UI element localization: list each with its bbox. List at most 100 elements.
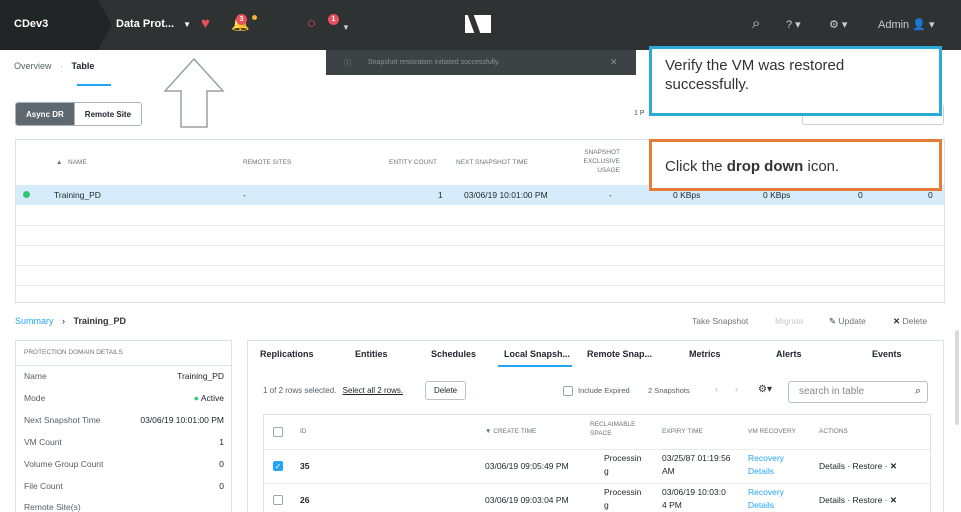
tab-replications[interactable]: Replications: [260, 349, 314, 359]
search-placeholder: search in table: [799, 386, 865, 397]
callout-text-suffix: icon.: [803, 158, 840, 175]
recovery-details-link[interactable]: Recovery Details: [748, 452, 784, 478]
header-reclaimable[interactable]: RECLAIMABLE SPACE: [590, 420, 640, 438]
async-dr-button[interactable]: Async DR: [16, 103, 74, 125]
toast-notification: ⓘ Snapshot restoration initiated success…: [326, 50, 636, 75]
detail-label: Next Snapshot Time: [24, 415, 101, 425]
close-icon[interactable]: ✕: [890, 461, 897, 471]
select-all-link[interactable]: Select all 2 rows.: [343, 386, 403, 395]
expiry-line1: 03/25/87 01:19:56: [662, 453, 731, 463]
reclaim-line2: g: [604, 466, 609, 476]
header-snapshot-usage[interactable]: SNAPSHOT EXCLUSIVE USAGE: [564, 148, 621, 175]
recovery-line1: Recovery: [748, 487, 784, 497]
header-remote-sites[interactable]: REMOTE SITES: [243, 159, 291, 166]
status-dot-icon: [23, 191, 30, 198]
select-all-checkbox[interactable]: [273, 427, 283, 437]
tab-events[interactable]: Events: [872, 349, 902, 359]
chevron-down-icon: ▼: [183, 20, 192, 29]
search-icon[interactable]: ⌕: [752, 15, 760, 33]
toast-message: Snapshot restoration initiated successfu…: [368, 59, 500, 66]
snapshot-search-input[interactable]: search in table ⌕: [788, 381, 928, 403]
tab-table[interactable]: Table: [72, 61, 95, 71]
include-expired-label: Include Expired: [578, 386, 630, 395]
callout-text-bold: drop down: [726, 158, 804, 175]
table-row[interactable]: ✓ 35 03/06/19 09:05:49 PM Processin g 03/…: [264, 450, 930, 483]
restore-action[interactable]: Restore: [853, 461, 883, 471]
tab-schedules[interactable]: Schedules: [431, 349, 476, 359]
section-dropdown[interactable]: Data Prot... ▼: [116, 18, 191, 30]
reclaim-line2: g: [604, 500, 609, 510]
pagination-label: 1 P: [634, 110, 645, 117]
tab-local-snapshots[interactable]: Local Snapsh...: [504, 349, 570, 359]
close-icon[interactable]: ✕: [610, 57, 618, 68]
user-name: Admin: [878, 19, 910, 31]
tab-remote-snapshots[interactable]: Remote Snap...: [587, 349, 652, 359]
header-create-time[interactable]: ▼ CREATE TIME: [485, 427, 536, 436]
header-expiry[interactable]: EXPIRY TIME: [662, 427, 703, 436]
row-reclaimable: Processin g: [604, 452, 641, 478]
info-icon: ⓘ: [344, 60, 351, 67]
snapshots-table: ID ▼ CREATE TIME RECLAIMABLE SPACE EXPIR…: [263, 414, 931, 512]
breadcrumb-current: Training_PD: [73, 316, 127, 326]
health-heart-icon[interactable]: ♥: [201, 15, 210, 33]
snapshot-tabs-panel: Replications Entities Schedules Local Sn…: [247, 340, 944, 512]
row-usage: -: [609, 190, 612, 200]
row-id: 35: [300, 461, 310, 471]
recovery-line2: Details: [748, 466, 774, 476]
row-divider: [16, 225, 944, 226]
detail-label: Name: [24, 371, 47, 381]
summary-link[interactable]: Summary: [15, 316, 54, 326]
tab-alerts[interactable]: Alerts: [776, 349, 802, 359]
details-action[interactable]: Details: [819, 461, 845, 471]
close-icon: ✕: [893, 316, 901, 326]
detail-row: Name Training_PD: [24, 371, 224, 381]
close-icon[interactable]: ✕: [890, 495, 897, 505]
tab-entities[interactable]: Entities: [355, 349, 388, 359]
take-snapshot-button[interactable]: Take Snapshot: [692, 316, 748, 326]
header-entity-count[interactable]: ENTITY COUNT: [389, 159, 437, 166]
table-row[interactable]: 26 03/06/19 09:03:04 PM Processin g 03/06…: [264, 484, 930, 512]
remote-site-button[interactable]: Remote Site: [73, 103, 142, 125]
next-page-icon[interactable]: ›: [735, 384, 738, 394]
callout-verify: Verify the VM was restored successfully.: [649, 46, 942, 116]
detail-label: Remote Site(s): [24, 502, 81, 512]
include-expired-checkbox[interactable]: [563, 386, 573, 396]
nutanix-logo: [465, 15, 491, 33]
delete-snapshot-button[interactable]: Delete: [425, 381, 467, 400]
tab-overview[interactable]: Overview: [14, 61, 52, 71]
details-action[interactable]: Details: [819, 495, 845, 505]
header-name[interactable]: NAME: [68, 159, 87, 166]
row-checkbox[interactable]: ✓: [273, 461, 283, 471]
user-menu[interactable]: Admin 👤 ▾: [878, 18, 935, 31]
delete-button[interactable]: ✕ Delete: [893, 316, 927, 327]
row-actions: Details · Restore · ✕: [819, 461, 897, 471]
row-expiry: 03/25/87 01:19:56 AM: [662, 452, 731, 478]
restore-action[interactable]: Restore: [853, 495, 883, 505]
cluster-arrow: [98, 0, 112, 50]
tasks-circle-icon[interactable]: ○: [307, 15, 316, 33]
section-label: Data Prot...: [116, 18, 175, 30]
row-checkbox[interactable]: [273, 495, 283, 505]
header-next-snapshot[interactable]: NEXT SNAPSHOT TIME: [456, 159, 528, 166]
expiry-line1: 03/06/19 10:03:0: [662, 487, 726, 497]
row-create-time: 03/06/19 09:03:04 PM: [485, 495, 569, 505]
settings-gear-icon[interactable]: ⚙ ▾: [829, 18, 847, 31]
header-vm-recovery[interactable]: VM RECOVERY: [748, 427, 796, 436]
header-id[interactable]: ID: [300, 427, 307, 436]
prev-page-icon[interactable]: ‹: [715, 384, 718, 394]
sort-up-icon[interactable]: ▲: [56, 159, 62, 166]
update-label: Update: [838, 316, 866, 326]
recovery-details-link[interactable]: Recovery Details: [748, 486, 784, 512]
gear-dropdown-icon[interactable]: ⚙▾: [758, 384, 772, 395]
tab-metrics[interactable]: Metrics: [689, 349, 721, 359]
mode-toggle: Async DR Remote Site: [15, 102, 143, 126]
tasks-chevron-down-icon[interactable]: ▼: [342, 19, 350, 37]
scrollbar[interactable]: [955, 330, 959, 425]
cluster-name[interactable]: CDev3: [0, 0, 98, 50]
row-divider: [16, 285, 944, 286]
detail-value: 1: [219, 437, 224, 447]
header-create-time-label: CREATE TIME: [493, 428, 537, 435]
update-button[interactable]: ✎ Update: [829, 316, 866, 327]
help-menu[interactable]: ? ▾: [786, 18, 801, 31]
help-icon: ?: [786, 19, 793, 31]
